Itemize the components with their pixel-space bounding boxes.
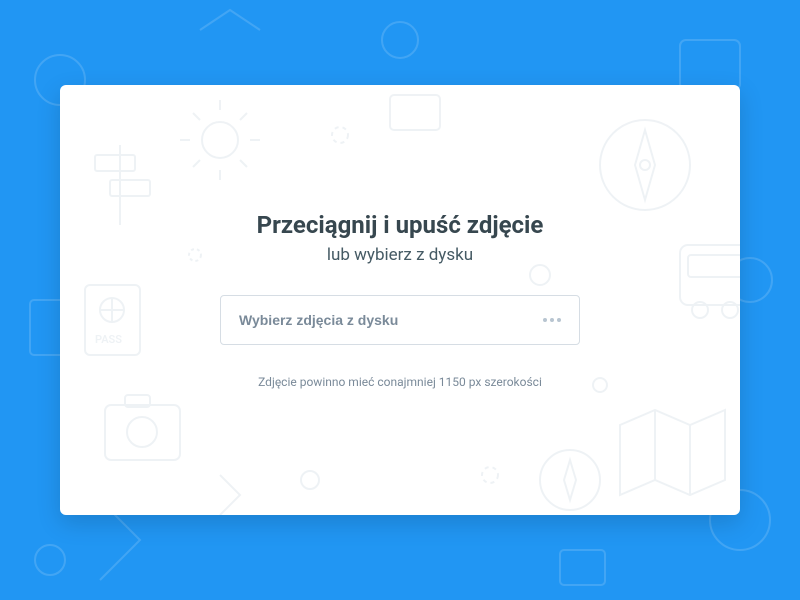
svg-text:PASS: PASS [95,333,122,346]
select-file-button[interactable]: Wybierz zdjęcia z dysku [220,295,580,345]
upload-hint: Zdjęcie powinno mieć conajmniej 1150 px … [258,375,542,389]
more-icon [543,318,561,322]
upload-card[interactable]: PASS Przeciągnij i upuść zdjęcie [60,85,740,515]
upload-subtitle: lub wybierz z dysku [327,245,473,265]
upload-content: Przeciągnij i upuść zdjęcie lub wybierz … [220,211,580,389]
upload-title: Przeciągnij i upuść zdjęcie [257,211,544,239]
select-file-label: Wybierz zdjęcia z dysku [239,312,398,328]
